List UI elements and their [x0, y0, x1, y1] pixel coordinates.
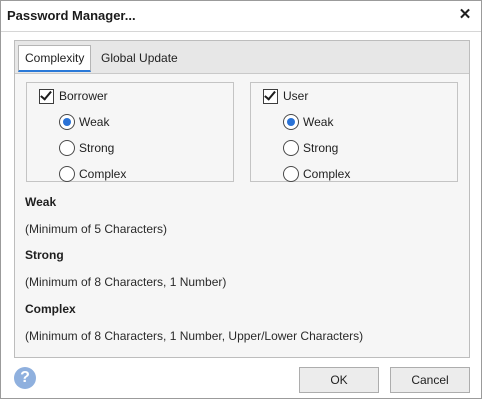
- ok-button[interactable]: OK: [299, 367, 379, 393]
- borrower-checkbox-row[interactable]: Borrower: [39, 87, 108, 105]
- borrower-label: Borrower: [59, 89, 108, 103]
- content-panel: Complexity Global Update Borrower Weak S…: [14, 40, 470, 358]
- user-group: User Weak Strong Complex: [250, 82, 458, 182]
- radio-label: Weak: [303, 115, 334, 129]
- borrower-checkbox[interactable]: [39, 88, 54, 104]
- borrower-radio-strong[interactable]: Strong: [59, 139, 114, 157]
- tab-complexity[interactable]: Complexity: [18, 45, 92, 72]
- user-radio-strong[interactable]: Strong: [283, 139, 338, 157]
- radio-button-icon[interactable]: [59, 140, 75, 156]
- weak-heading: Weak: [25, 195, 57, 209]
- strong-description: (Minimum of 8 Characters, 1 Number): [25, 275, 227, 289]
- cancel-button[interactable]: Cancel: [390, 367, 470, 393]
- complex-description: (Minimum of 8 Characters, 1 Number, Uppe…: [25, 329, 364, 343]
- radio-label: Strong: [303, 141, 339, 155]
- tab-global-update[interactable]: Global Update: [95, 45, 184, 71]
- user-label: User: [283, 89, 309, 103]
- borrower-radio-weak[interactable]: Weak: [59, 113, 109, 131]
- radio-button-icon[interactable]: [59, 114, 75, 130]
- radio-label: Complex: [79, 167, 127, 181]
- radio-label: Complex: [303, 167, 351, 181]
- user-radio-weak[interactable]: Weak: [283, 113, 333, 131]
- borrower-radio-complex[interactable]: Complex: [59, 165, 126, 183]
- strong-heading: Strong: [25, 248, 64, 262]
- radio-button-icon[interactable]: [283, 140, 299, 156]
- title-bar: Password Manager... ✕: [1, 1, 481, 32]
- radio-button-icon[interactable]: [283, 114, 299, 130]
- borrower-group: Borrower Weak Strong Complex: [26, 82, 234, 182]
- weak-description: (Minimum of 5 Characters): [25, 222, 168, 236]
- password-manager-dialog: Password Manager... ✕ Complexity Global …: [0, 0, 482, 399]
- help-icon[interactable]: ?: [14, 367, 36, 389]
- radio-label: Weak: [79, 115, 110, 129]
- tab-strip: Complexity Global Update: [15, 41, 469, 74]
- radio-label: Strong: [79, 141, 115, 155]
- close-icon[interactable]: ✕: [457, 7, 473, 23]
- user-radio-complex[interactable]: Complex: [283, 165, 350, 183]
- user-checkbox[interactable]: [263, 88, 278, 104]
- complex-heading: Complex: [25, 302, 76, 316]
- radio-button-icon[interactable]: [59, 166, 75, 182]
- radio-button-icon[interactable]: [283, 166, 299, 182]
- user-checkbox-row[interactable]: User: [263, 87, 308, 105]
- dialog-title: Password Manager...: [7, 8, 136, 23]
